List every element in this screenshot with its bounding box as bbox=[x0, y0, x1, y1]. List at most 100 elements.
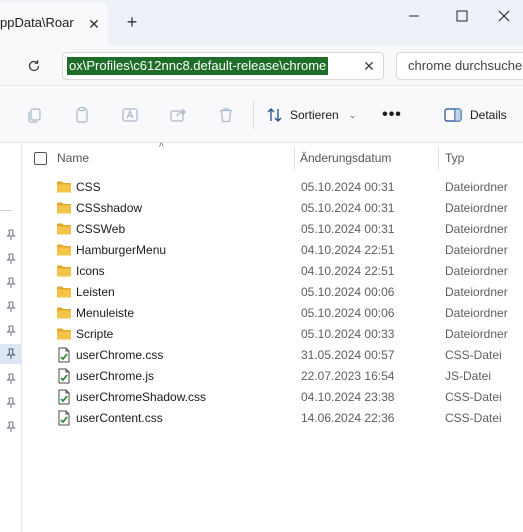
new-tab-button[interactable]: + bbox=[122, 12, 142, 32]
pin-icon[interactable] bbox=[4, 252, 18, 266]
file-date: 05.10.2024 00:31 bbox=[301, 222, 395, 236]
file-type: Dateiordner bbox=[445, 243, 508, 257]
column-separator[interactable] bbox=[294, 146, 295, 170]
file-date: 22.07.2023 16:54 bbox=[301, 369, 395, 383]
file-type: Dateiordner bbox=[445, 327, 508, 341]
copy-icon bbox=[28, 108, 41, 123]
pin-icon[interactable] bbox=[0, 344, 22, 364]
file-name[interactable]: CSSshadow bbox=[76, 201, 142, 215]
css-file-icon bbox=[56, 347, 72, 363]
list-item[interactable]: userChrome.css 31.05.2024 00:57 CSS-Datei bbox=[22, 345, 523, 366]
address-row: ox\Profiles\c612nnc8.default-release\chr… bbox=[0, 46, 523, 86]
search-input[interactable]: chrome durchsuchen bbox=[408, 58, 523, 73]
list-item[interactable]: Leisten 05.10.2024 00:06 Dateiordner bbox=[22, 282, 523, 303]
nav-divider bbox=[0, 210, 12, 211]
list-item[interactable]: Icons 04.10.2024 22:51 Dateiordner bbox=[22, 261, 523, 282]
file-name[interactable]: Menuleiste bbox=[76, 306, 134, 320]
pin-icon[interactable] bbox=[4, 324, 18, 338]
rename-button[interactable] bbox=[120, 105, 140, 125]
pin-icon[interactable] bbox=[4, 372, 18, 386]
file-name[interactable]: userChromeShadow.css bbox=[76, 390, 206, 404]
sort-button[interactable]: Sortieren ⌄ bbox=[266, 103, 356, 127]
delete-button[interactable] bbox=[216, 105, 236, 125]
copy-button[interactable] bbox=[24, 105, 44, 125]
folder-icon bbox=[56, 242, 72, 258]
column-date-header[interactable]: Änderungsdatum bbox=[300, 151, 391, 165]
file-date: 04.10.2024 23:38 bbox=[301, 390, 395, 404]
share-button[interactable] bbox=[168, 105, 188, 125]
css-file-icon bbox=[56, 410, 72, 426]
close-window-button[interactable] bbox=[484, 4, 523, 28]
sort-caret-icon: ^ bbox=[159, 142, 164, 153]
details-button[interactable]: Details bbox=[444, 103, 507, 127]
folder-icon bbox=[56, 284, 72, 300]
file-type: JS-Datei bbox=[445, 369, 492, 383]
maximize-icon bbox=[456, 10, 468, 22]
refresh-button[interactable] bbox=[22, 54, 46, 78]
list-item[interactable]: userChrome.js 22.07.2023 16:54 JS-Datei bbox=[22, 366, 523, 387]
file-name[interactable]: userChrome.css bbox=[76, 348, 163, 362]
refresh-icon bbox=[28, 60, 40, 72]
list-item[interactable]: HamburgerMenu 04.10.2024 22:51 Dateiordner bbox=[22, 240, 523, 261]
clear-address-button[interactable]: ✕ bbox=[359, 56, 379, 76]
file-date: 14.06.2024 22:36 bbox=[301, 411, 395, 425]
tab-close-button[interactable]: ✕ bbox=[84, 14, 104, 34]
list-item[interactable]: userContent.css 14.06.2024 22:36 CSS-Datei bbox=[22, 408, 523, 429]
column-header: ^ Name Änderungsdatum Typ bbox=[22, 142, 523, 172]
navigation-pane[interactable] bbox=[0, 144, 22, 532]
pin-icon[interactable] bbox=[4, 396, 18, 410]
file-type: Dateiordner bbox=[445, 222, 508, 236]
file-name[interactable]: CSS bbox=[76, 180, 101, 194]
folder-icon bbox=[56, 326, 72, 342]
pin-icon[interactable] bbox=[4, 228, 18, 242]
select-all-checkbox[interactable] bbox=[34, 152, 47, 165]
folder-icon bbox=[56, 221, 72, 237]
file-type: Dateiordner bbox=[445, 264, 508, 278]
file-name[interactable]: CSSWeb bbox=[76, 222, 125, 236]
list-item[interactable]: CSSshadow 05.10.2024 00:31 Dateiordner bbox=[22, 198, 523, 219]
paste-button[interactable] bbox=[72, 105, 92, 125]
file-date: 05.10.2024 00:31 bbox=[301, 180, 395, 194]
file-name[interactable]: HamburgerMenu bbox=[76, 243, 166, 257]
minimize-button[interactable] bbox=[394, 4, 434, 28]
list-item[interactable]: userChromeShadow.css 04.10.2024 23:38 CSS-… bbox=[22, 387, 523, 408]
file-name[interactable]: Icons bbox=[76, 264, 105, 278]
list-item[interactable]: CSS 05.10.2024 00:31 Dateiordner bbox=[22, 177, 523, 198]
list-item[interactable]: CSSWeb 05.10.2024 00:31 Dateiordner bbox=[22, 219, 523, 240]
file-type: CSS-Datei bbox=[445, 411, 502, 425]
file-date: 04.10.2024 22:51 bbox=[301, 264, 395, 278]
browser-tab[interactable]: ppData\Roar ✕ bbox=[0, 2, 108, 46]
file-type: CSS-Datei bbox=[445, 348, 502, 362]
details-label: Details bbox=[470, 108, 507, 122]
command-bar: Sortieren ⌄ ••• Details bbox=[0, 87, 523, 143]
more-options-button[interactable]: ••• bbox=[380, 103, 404, 127]
rename-icon bbox=[122, 108, 138, 122]
list-item[interactable]: Scripte 05.10.2024 00:33 Dateiordner bbox=[22, 324, 523, 345]
column-separator[interactable] bbox=[438, 146, 439, 170]
css-file-icon bbox=[56, 389, 72, 405]
file-type: Dateiordner bbox=[445, 201, 508, 215]
column-name-header[interactable]: Name bbox=[57, 151, 89, 165]
pin-icon[interactable] bbox=[4, 420, 18, 434]
file-name[interactable]: Scripte bbox=[76, 327, 113, 341]
details-pane-icon bbox=[444, 108, 462, 122]
maximize-button[interactable] bbox=[442, 4, 482, 28]
search-box[interactable]: chrome durchsuchen bbox=[396, 52, 523, 80]
file-name[interactable]: Leisten bbox=[76, 285, 115, 299]
js-file-icon bbox=[56, 368, 72, 384]
address-bar[interactable]: ox\Profiles\c612nnc8.default-release\chr… bbox=[62, 52, 384, 80]
pin-icon[interactable] bbox=[4, 300, 18, 314]
file-date: 05.10.2024 00:33 bbox=[301, 327, 395, 341]
chevron-down-icon: ⌄ bbox=[348, 109, 357, 120]
address-path[interactable]: ox\Profiles\c612nnc8.default-release\chr… bbox=[67, 57, 329, 75]
folder-icon bbox=[56, 179, 72, 195]
file-type: CSS-Datei bbox=[445, 390, 502, 404]
file-date: 05.10.2024 00:06 bbox=[301, 285, 395, 299]
toolbar-separator bbox=[253, 101, 254, 129]
column-type-header[interactable]: Typ bbox=[445, 151, 464, 165]
pin-icon[interactable] bbox=[4, 276, 18, 290]
file-name[interactable]: userContent.css bbox=[76, 411, 163, 425]
file-date: 04.10.2024 22:51 bbox=[301, 243, 395, 257]
file-name[interactable]: userChrome.js bbox=[76, 369, 154, 383]
list-item[interactable]: Menuleiste 05.10.2024 00:06 Dateiordner bbox=[22, 303, 523, 324]
